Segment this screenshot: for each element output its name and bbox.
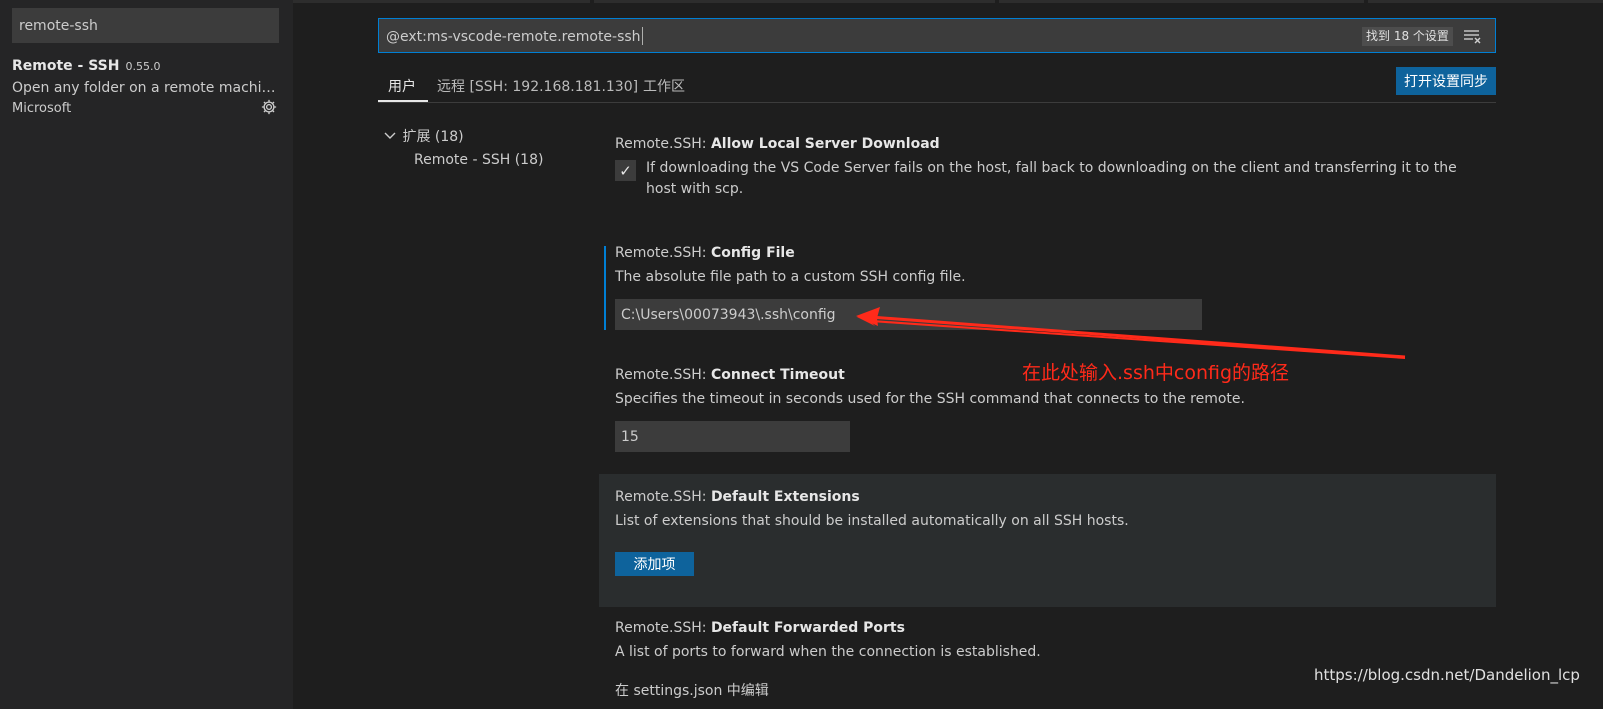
setting-label: Allow Local Server Download xyxy=(710,136,940,152)
config-file-input[interactable] xyxy=(615,299,1202,330)
allow-local-download-checkbox[interactable]: ✓ xyxy=(615,160,636,181)
toc-item-remote-ssh[interactable]: Remote - SSH (18) xyxy=(414,152,543,168)
setting-title: Remote.SSH: Default Forwarded Ports xyxy=(615,620,1475,636)
setting-allow-local-server-download: Remote.SSH: Allow Local Server Download … xyxy=(615,136,1475,197)
extension-list-item[interactable]: Remote - SSH 0.55.0 Open any folder on a … xyxy=(12,56,282,120)
settings-sync-button[interactable]: 打开设置同步 xyxy=(1396,67,1496,95)
extension-name-text: Remote - SSH xyxy=(12,58,120,74)
extensions-search-input[interactable] xyxy=(12,8,279,43)
result-count-badge: 找到 18 个设置 xyxy=(1362,27,1453,46)
setting-category: Remote.SSH: xyxy=(615,620,711,636)
add-item-button[interactable]: 添加项 xyxy=(615,552,694,576)
extension-publisher: Microsoft xyxy=(12,101,72,116)
setting-title: Remote.SSH: Default Extensions xyxy=(615,489,1475,505)
setting-category: Remote.SSH: xyxy=(615,489,711,505)
setting-label: Default Extensions xyxy=(710,489,860,505)
tab-workspace[interactable]: 工作区 xyxy=(643,76,685,96)
setting-label: Default Forwarded Ports xyxy=(710,620,905,636)
setting-label: Connect Timeout xyxy=(710,367,845,383)
setting-default-forwarded-ports: Remote.SSH: Default Forwarded Ports A li… xyxy=(615,620,1475,663)
edit-in-settings-json-link[interactable]: 在 settings.json 中编辑 xyxy=(615,680,769,700)
setting-default-extensions: Remote.SSH: Default Extensions List of e… xyxy=(615,489,1475,532)
setting-title: Remote.SSH: Config File xyxy=(615,245,1475,261)
gear-icon[interactable] xyxy=(260,98,278,116)
setting-category: Remote.SSH: xyxy=(615,367,711,383)
setting-description: List of extensions that should be instal… xyxy=(615,513,1129,529)
toc-group-extensions[interactable]: 扩展 (18) xyxy=(384,126,464,146)
settings-search-box[interactable]: @ext:ms-vscode-remote.remote-ssh 找到 18 个… xyxy=(378,18,1496,53)
clear-filter-icon[interactable] xyxy=(1463,28,1481,44)
focused-setting-indicator xyxy=(604,246,606,330)
setting-description: A list of ports to forward when the conn… xyxy=(615,644,1041,660)
setting-category: Remote.SSH: xyxy=(615,245,711,261)
setting-category: Remote.SSH: xyxy=(615,136,711,152)
setting-label: Config File xyxy=(710,245,795,261)
tab-divider xyxy=(995,0,999,3)
annotation-label: 在此处输入.ssh中config的路径 xyxy=(1022,362,1290,384)
settings-search-input[interactable]: @ext:ms-vscode-remote.remote-ssh xyxy=(386,27,643,45)
watermark-text: https://blog.csdn.net/Dandelion_lcp xyxy=(1314,666,1580,684)
tab-remote[interactable]: 远程 [SSH: 192.168.181.130] xyxy=(437,76,638,96)
chevron-down-icon xyxy=(384,129,398,145)
connect-timeout-input[interactable] xyxy=(615,421,850,452)
extensions-sidebar: Remote - SSH 0.55.0 Open any folder on a … xyxy=(0,0,293,709)
editor-tab-strip xyxy=(293,0,1603,3)
tab-divider xyxy=(590,0,594,3)
setting-description: If downloading the VS Code Server fails … xyxy=(646,160,1457,197)
setting-config-file: Remote.SSH: Config File The absolute fil… xyxy=(615,245,1475,288)
tab-user[interactable]: 用户 xyxy=(388,76,416,96)
setting-title: Remote.SSH: Allow Local Server Download xyxy=(615,136,1475,152)
tab-divider xyxy=(1364,0,1368,3)
extension-version: 0.55.0 xyxy=(125,60,161,73)
setting-description: Specifies the timeout in seconds used fo… xyxy=(615,391,1245,407)
extension-description: Open any folder on a remote machine... xyxy=(12,80,282,96)
extension-name: Remote - SSH 0.55.0 xyxy=(12,58,160,74)
setting-description: The absolute file path to a custom SSH c… xyxy=(615,269,966,285)
toc-group-label: 扩展 (18) xyxy=(402,129,464,145)
tabs-divider xyxy=(378,102,1496,103)
